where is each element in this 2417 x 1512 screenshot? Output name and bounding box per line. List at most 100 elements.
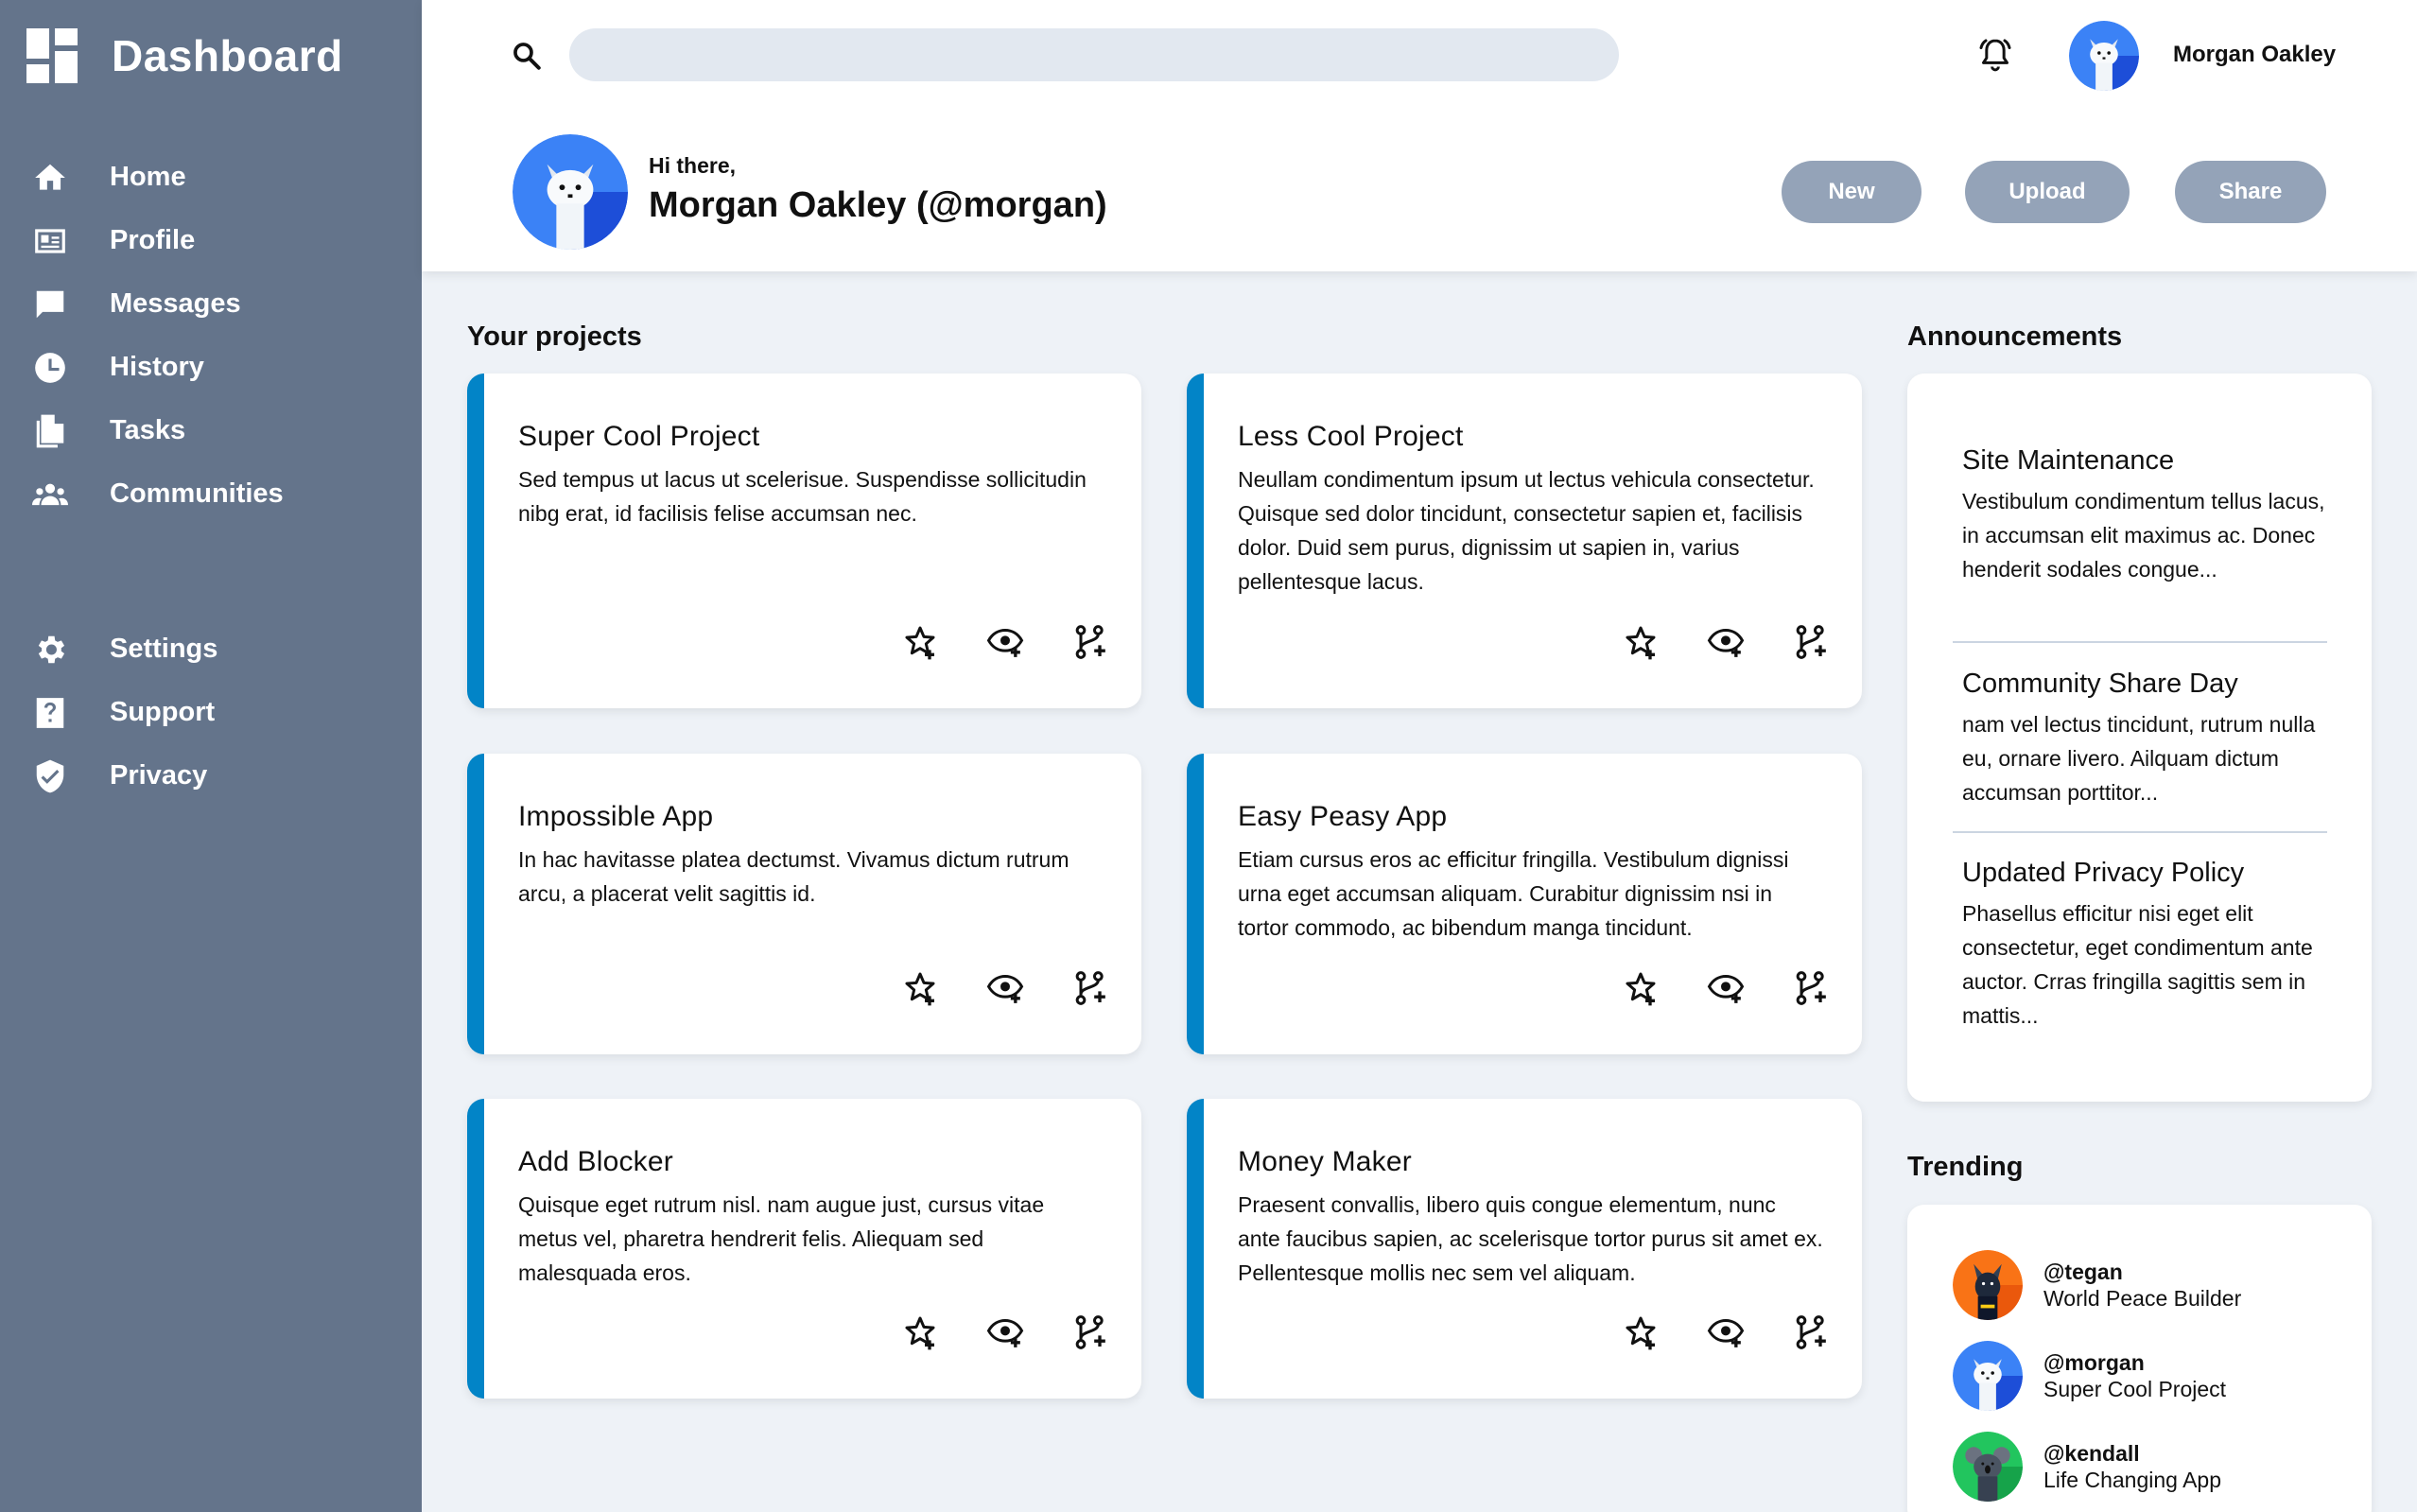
fork-add-icon[interactable] [1792, 969, 1830, 1007]
trending-item[interactable]: @morgan Super Cool Project [1953, 1341, 2226, 1411]
project-title[interactable]: Impossible App [518, 801, 713, 833]
sidebar-item-history[interactable]: History [0, 336, 422, 399]
project-description: Neullam condimentum ipsum ut lectus vehi… [1238, 467, 1815, 594]
trending-section-title: Trending [1907, 1152, 2024, 1182]
header-username[interactable]: Morgan Oakley [2173, 42, 2336, 68]
star-add-icon[interactable] [901, 969, 939, 1007]
announcement-title[interactable]: Community Share Day [1962, 669, 2337, 700]
clock-icon [30, 348, 70, 388]
trending-project[interactable]: Life Changing App [2043, 1467, 2221, 1493]
watch-add-icon[interactable] [1707, 1313, 1745, 1351]
page-title: Morgan Oakley (@morgan) [649, 185, 1107, 225]
project-card[interactable]: Impossible App In hac havitasse platea d… [467, 754, 1141, 1054]
project-actions [854, 623, 1109, 661]
announcements-panel: Site Maintenance Vestibulum condimentum … [1907, 374, 2372, 1102]
watch-add-icon[interactable] [986, 1313, 1024, 1351]
trending-project[interactable]: Super Cool Project [2043, 1376, 2226, 1402]
koala-avatar-icon[interactable] [1953, 1432, 2023, 1502]
dog-avatar-icon[interactable] [1953, 1250, 2023, 1320]
project-description: In hac havitasse platea dectumst. Vivamu… [518, 847, 1069, 906]
gear-icon [30, 630, 70, 669]
divider [1953, 641, 2327, 643]
sidebar: Dashboard Home Profile Messages History … [0, 0, 422, 1512]
home-icon [30, 158, 70, 198]
fork-add-icon[interactable] [1071, 1313, 1109, 1351]
search-input[interactable] [569, 28, 1619, 81]
announcement-item[interactable]: Updated Privacy Policy Phasellus efficit… [1962, 858, 2337, 1033]
profile-avatar[interactable] [513, 134, 628, 250]
new-button[interactable]: New [1782, 161, 1921, 223]
trending-handle[interactable]: @morgan [2043, 1349, 2226, 1376]
project-title[interactable]: Add Blocker [518, 1146, 673, 1178]
shield-check-icon [30, 756, 70, 796]
project-title[interactable]: Easy Peasy App [1238, 801, 1447, 833]
sidebar-item-privacy[interactable]: Privacy [0, 744, 422, 808]
announcement-body: nam vel lectus tincidunt, rutrum nulla e… [1962, 712, 2316, 805]
fork-add-icon[interactable] [1792, 1313, 1830, 1351]
sidebar-item-communities[interactable]: Communities [0, 462, 422, 526]
announcement-item[interactable]: Site Maintenance Vestibulum condimentum … [1962, 445, 2337, 586]
project-card[interactable]: Less Cool Project Neullam condimentum ip… [1187, 374, 1862, 708]
project-title[interactable]: Less Cool Project [1238, 421, 1464, 453]
sidebar-item-label: Privacy [110, 760, 208, 791]
primary-nav: Home Profile Messages History Tasks Comm… [0, 146, 422, 526]
watch-add-icon[interactable] [1707, 969, 1745, 1007]
projects-section-title: Your projects [467, 322, 642, 352]
project-card[interactable]: Easy Peasy App Etiam cursus eros ac effi… [1187, 754, 1862, 1054]
star-add-icon[interactable] [901, 623, 939, 661]
avatar[interactable] [2069, 21, 2139, 91]
watch-add-icon[interactable] [1707, 623, 1745, 661]
upload-button[interactable]: Upload [1965, 161, 2130, 223]
chat-bubble-icon [30, 285, 70, 324]
announcement-body: Phasellus efficitur nisi eget elit conse… [1962, 901, 2313, 1028]
bell-icon[interactable] [1976, 36, 2014, 74]
sidebar-item-label: Settings [110, 634, 218, 664]
star-add-icon[interactable] [1622, 623, 1660, 661]
project-actions [1574, 969, 1830, 1007]
share-button[interactable]: Share [2175, 161, 2326, 223]
watch-add-icon[interactable] [986, 969, 1024, 1007]
people-icon [30, 475, 70, 514]
sidebar-item-tasks[interactable]: Tasks [0, 399, 422, 462]
project-title[interactable]: Super Cool Project [518, 421, 759, 453]
trending-item[interactable]: @tegan World Peace Builder [1953, 1250, 2241, 1320]
sidebar-item-label: Tasks [110, 415, 186, 445]
announcement-body: Vestibulum condimentum tellus lacus, in … [1962, 489, 2325, 582]
trending-handle[interactable]: @tegan [2043, 1259, 2241, 1285]
project-card[interactable]: Super Cool Project Sed tempus ut lacus u… [467, 374, 1141, 708]
fork-add-icon[interactable] [1792, 623, 1830, 661]
sidebar-item-label: History [110, 352, 204, 382]
sidebar-item-profile[interactable]: Profile [0, 209, 422, 272]
watch-add-icon[interactable] [986, 623, 1024, 661]
trending-item[interactable]: @kendall Life Changing App [1953, 1432, 2221, 1502]
sidebar-item-support[interactable]: Support [0, 681, 422, 744]
fork-add-icon[interactable] [1071, 969, 1109, 1007]
project-card[interactable]: Add Blocker Quisque eget rutrum nisl. na… [467, 1099, 1141, 1399]
divider [1953, 831, 2327, 833]
announcement-item[interactable]: Community Share Day nam vel lectus tinci… [1962, 669, 2337, 809]
sidebar-item-messages[interactable]: Messages [0, 272, 422, 336]
trending-panel: @tegan World Peace Builder @morgan Super… [1907, 1205, 2372, 1512]
project-card[interactable]: Money Maker Praesent convallis, libero q… [1187, 1099, 1862, 1399]
cat-avatar-icon[interactable] [1953, 1341, 2023, 1411]
project-description: Sed tempus ut lacus ut scelerisue. Suspe… [518, 467, 1087, 526]
trending-handle[interactable]: @kendall [2043, 1440, 2221, 1467]
sidebar-item-home[interactable]: Home [0, 146, 422, 209]
sidebar-item-label: Support [110, 697, 216, 727]
greeting-text: Hi there, [649, 153, 737, 178]
star-add-icon[interactable] [1622, 969, 1660, 1007]
help-icon [30, 693, 70, 733]
star-add-icon[interactable] [901, 1313, 939, 1351]
announcement-title[interactable]: Updated Privacy Policy [1962, 858, 2337, 889]
fork-add-icon[interactable] [1071, 623, 1109, 661]
star-add-icon[interactable] [1622, 1313, 1660, 1351]
project-title[interactable]: Money Maker [1238, 1146, 1412, 1178]
brand[interactable]: Dashboard [26, 28, 343, 83]
sidebar-item-label: Home [110, 162, 186, 192]
sidebar-item-settings[interactable]: Settings [0, 617, 422, 681]
sidebar-title: Dashboard [112, 31, 343, 80]
search-icon[interactable] [511, 40, 543, 72]
project-actions [1574, 623, 1830, 661]
announcement-title[interactable]: Site Maintenance [1962, 445, 2337, 477]
trending-project[interactable]: World Peace Builder [2043, 1285, 2241, 1312]
